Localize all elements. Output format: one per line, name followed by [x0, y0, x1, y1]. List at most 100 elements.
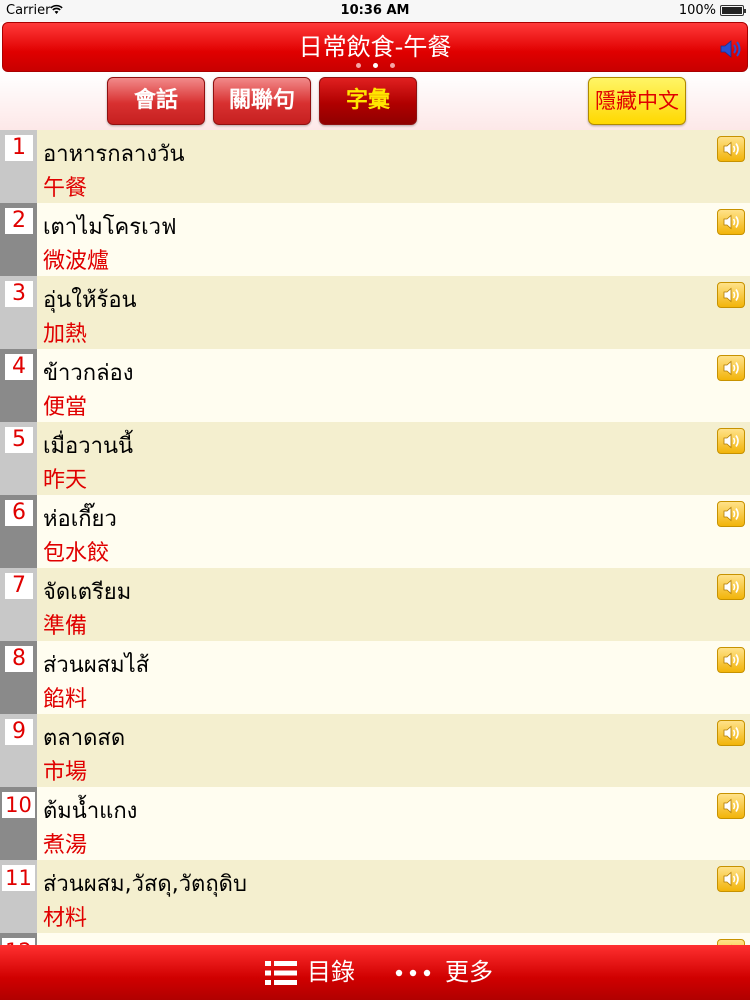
- row-number: 6: [5, 500, 33, 526]
- thai-word: ส่วนผสมไส้: [43, 653, 150, 678]
- play-sound-button[interactable]: [717, 574, 745, 600]
- row-number-column: 1: [0, 130, 37, 203]
- chinese-word: 煮湯: [43, 833, 88, 858]
- speaker-icon: [723, 360, 739, 376]
- more-button[interactable]: 更多: [395, 945, 493, 1000]
- vocab-row[interactable]: 10 ต้มน้ำแกง 煮湯: [0, 787, 750, 860]
- page-title: 日常飲食-午餐: [298, 33, 452, 61]
- row-number-column: 9: [0, 714, 37, 787]
- play-sound-button[interactable]: [717, 209, 745, 235]
- chinese-word: 午餐: [43, 176, 88, 201]
- menu-button[interactable]: 目錄: [265, 945, 355, 1000]
- speaker-icon: [723, 652, 739, 668]
- chinese-word: 市場: [43, 760, 88, 785]
- thai-word: ห่อเกี๊ยว: [43, 507, 117, 532]
- menu-label: 目錄: [307, 958, 355, 986]
- page-dot[interactable]: [389, 63, 395, 68]
- clock: 10:36 AM: [340, 3, 410, 18]
- speaker-icon: [723, 287, 739, 303]
- speaker-icon: [723, 506, 739, 522]
- row-number: 1: [5, 135, 33, 161]
- thai-word: ตลาดสด: [43, 726, 126, 751]
- hide-chinese-button[interactable]: 隱藏中文: [588, 77, 686, 125]
- chinese-word: 加熱: [43, 322, 88, 347]
- vocab-row[interactable]: 12: [0, 933, 750, 945]
- play-sound-button[interactable]: [717, 136, 745, 162]
- thai-word: จัดเตรียม: [43, 580, 132, 605]
- battery-percentage: 100%: [678, 3, 716, 18]
- thai-word: ส่วนผสม,วัสดุ,วัตถุดิบ: [43, 872, 247, 897]
- chinese-word: 昨天: [43, 468, 88, 493]
- row-number-column: 3: [0, 276, 37, 349]
- vocab-row[interactable]: 1 อาหารกลางวัน 午餐: [0, 130, 750, 203]
- speaker-icon: [723, 871, 739, 887]
- play-sound-button[interactable]: [717, 866, 745, 892]
- row-number-column: 2: [0, 203, 37, 276]
- page-indicator[interactable]: [3, 63, 747, 68]
- tab-vocabulary[interactable]: 字彙: [319, 77, 417, 125]
- speaker-icon: [723, 725, 739, 741]
- vocab-row[interactable]: 8 ส่วนผสมไส้ 餡料: [0, 641, 750, 714]
- row-number-column: 12: [0, 933, 37, 945]
- chinese-word: 材料: [43, 906, 88, 931]
- speaker-icon: [723, 433, 739, 449]
- toolbar: 會話 關聯句 字彙 隱藏中文: [0, 72, 750, 130]
- chinese-word: 餡料: [43, 687, 88, 712]
- speaker-icon: [723, 214, 739, 230]
- vocab-row[interactable]: 2 เตาไมโครเวฟ 微波爐: [0, 203, 750, 276]
- battery-icon: [720, 5, 746, 16]
- chinese-word: 便當: [43, 395, 88, 420]
- vocab-row[interactable]: 6 ห่อเกี๊ยว 包水餃: [0, 495, 750, 568]
- play-sound-button[interactable]: [717, 720, 745, 746]
- row-number-column: 6: [0, 495, 37, 568]
- page-dot[interactable]: [355, 63, 361, 68]
- vocab-row[interactable]: 7 จัดเตรียม 準備: [0, 568, 750, 641]
- vocab-row[interactable]: 3 อุ่นให้ร้อน 加熱: [0, 276, 750, 349]
- vocab-row[interactable]: 5 เมื่อวานนี้ 昨天: [0, 422, 750, 495]
- speaker-icon[interactable]: [719, 39, 743, 59]
- vocab-row[interactable]: 4 ข้าวกล่อง 便當: [0, 349, 750, 422]
- thai-word: ต้มน้ำแกง: [43, 799, 138, 824]
- thai-word: ข้าวกล่อง: [43, 361, 134, 386]
- chinese-word: 準備: [43, 614, 88, 639]
- play-sound-button[interactable]: [717, 428, 745, 454]
- row-number-column: 4: [0, 349, 37, 422]
- row-number-column: 11: [0, 860, 37, 933]
- bottom-toolbar: 目錄 更多: [0, 945, 750, 1000]
- row-number-column: 7: [0, 568, 37, 641]
- page-dot[interactable]: [372, 63, 378, 68]
- chinese-word: 微波爐: [43, 249, 110, 274]
- list-icon: [265, 961, 297, 985]
- vocab-row[interactable]: 11 ส่วนผสม,วัสดุ,วัตถุดิบ 材料: [0, 860, 750, 933]
- row-number: 5: [5, 427, 33, 453]
- row-number: 11: [2, 865, 35, 891]
- thai-word: อุ่นให้ร้อน: [43, 288, 137, 313]
- tab-related-sentences[interactable]: 關聯句: [213, 77, 311, 125]
- row-number-column: 5: [0, 422, 37, 495]
- title-bar: 日常飲食-午餐: [2, 22, 748, 72]
- row-number: 7: [5, 573, 33, 599]
- row-number: 10: [2, 792, 35, 818]
- row-number: 12: [2, 938, 35, 945]
- status-bar: Carrier 10:36 AM 100%: [0, 0, 750, 22]
- row-number-column: 10: [0, 787, 37, 860]
- more-label: 更多: [445, 958, 493, 986]
- row-number-column: 8: [0, 641, 37, 714]
- thai-word: เมื่อวานนี้: [43, 434, 134, 459]
- play-sound-button[interactable]: [717, 355, 745, 381]
- speaker-icon: [723, 798, 739, 814]
- row-number: 8: [5, 646, 33, 672]
- thai-word: อาหารกลางวัน: [43, 142, 185, 167]
- play-sound-button[interactable]: [717, 793, 745, 819]
- speaker-icon: [723, 141, 739, 157]
- play-sound-button[interactable]: [717, 501, 745, 527]
- speaker-icon: [723, 579, 739, 595]
- play-sound-button[interactable]: [717, 647, 745, 673]
- row-number: 2: [5, 208, 33, 234]
- play-sound-button[interactable]: [717, 282, 745, 308]
- tab-conversation[interactable]: 會話: [107, 77, 205, 125]
- row-number: 3: [5, 281, 33, 307]
- vocab-row[interactable]: 9 ตลาดสด 市場: [0, 714, 750, 787]
- vocabulary-list[interactable]: 1 อาหารกลางวัน 午餐 2 เตาไมโครเวฟ 微波爐 3 อุ่นให้ร้…: [0, 130, 750, 945]
- row-number: 4: [5, 354, 33, 380]
